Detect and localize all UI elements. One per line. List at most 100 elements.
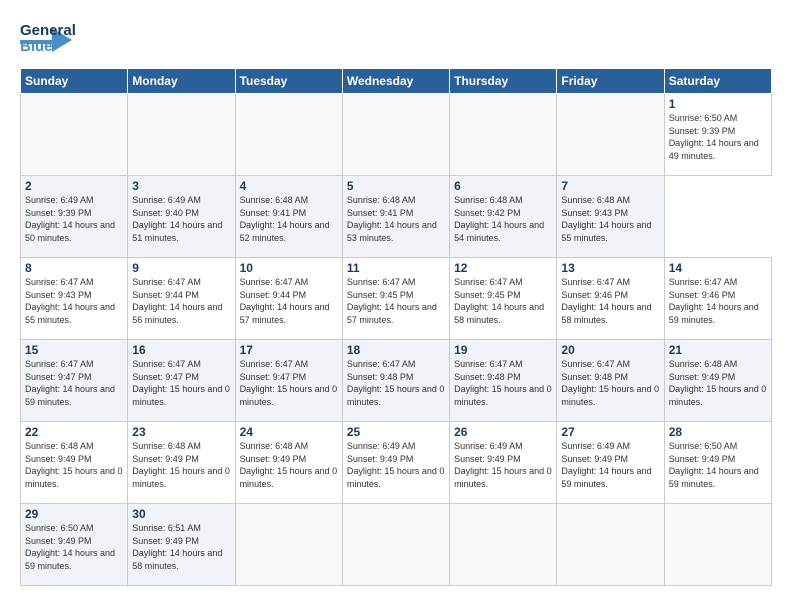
calendar-day-cell: 6Sunrise: 6:48 AMSunset: 9:42 PMDaylight… — [450, 176, 557, 258]
day-info: Sunrise: 6:50 AMSunset: 9:49 PMDaylight:… — [669, 440, 767, 490]
day-number: 5 — [347, 179, 445, 193]
empty-cell — [450, 94, 557, 176]
day-info: Sunrise: 6:47 AMSunset: 9:45 PMDaylight:… — [454, 276, 552, 326]
day-info: Sunrise: 6:47 AMSunset: 9:47 PMDaylight:… — [132, 358, 230, 408]
calendar-day-cell: 22Sunrise: 6:48 AMSunset: 9:49 PMDayligh… — [21, 422, 128, 504]
day-info: Sunrise: 6:48 AMSunset: 9:41 PMDaylight:… — [347, 194, 445, 244]
calendar-week-row: 22Sunrise: 6:48 AMSunset: 9:49 PMDayligh… — [21, 422, 772, 504]
calendar-page: General Blue SundayMondayTuesdayWednesda… — [0, 0, 792, 612]
empty-cell — [342, 94, 449, 176]
day-of-week-header: Saturday — [664, 69, 771, 94]
day-of-week-header: Friday — [557, 69, 664, 94]
calendar-day-cell — [664, 504, 771, 586]
empty-cell — [128, 94, 235, 176]
calendar-day-cell: 28Sunrise: 6:50 AMSunset: 9:49 PMDayligh… — [664, 422, 771, 504]
calendar-day-cell: 25Sunrise: 6:49 AMSunset: 9:49 PMDayligh… — [342, 422, 449, 504]
day-number: 26 — [454, 425, 552, 439]
day-number: 22 — [25, 425, 123, 439]
day-info: Sunrise: 6:47 AMSunset: 9:47 PMDaylight:… — [240, 358, 338, 408]
day-info: Sunrise: 6:47 AMSunset: 9:47 PMDaylight:… — [25, 358, 123, 408]
day-number: 12 — [454, 261, 552, 275]
day-info: Sunrise: 6:49 AMSunset: 9:40 PMDaylight:… — [132, 194, 230, 244]
day-number: 21 — [669, 343, 767, 357]
day-info: Sunrise: 6:48 AMSunset: 9:43 PMDaylight:… — [561, 194, 659, 244]
day-info: Sunrise: 6:47 AMSunset: 9:48 PMDaylight:… — [347, 358, 445, 408]
day-info: Sunrise: 6:48 AMSunset: 9:49 PMDaylight:… — [240, 440, 338, 490]
calendar-week-row: 15Sunrise: 6:47 AMSunset: 9:47 PMDayligh… — [21, 340, 772, 422]
days-of-week-row: SundayMondayTuesdayWednesdayThursdayFrid… — [21, 69, 772, 94]
calendar-day-cell: 30Sunrise: 6:51 AMSunset: 9:49 PMDayligh… — [128, 504, 235, 586]
calendar-day-cell: 3Sunrise: 6:49 AMSunset: 9:40 PMDaylight… — [128, 176, 235, 258]
calendar-day-cell: 18Sunrise: 6:47 AMSunset: 9:48 PMDayligh… — [342, 340, 449, 422]
day-number: 2 — [25, 179, 123, 193]
day-number: 16 — [132, 343, 230, 357]
day-number: 24 — [240, 425, 338, 439]
day-number: 6 — [454, 179, 552, 193]
day-of-week-header: Thursday — [450, 69, 557, 94]
day-info: Sunrise: 6:47 AMSunset: 9:44 PMDaylight:… — [132, 276, 230, 326]
day-info: Sunrise: 6:48 AMSunset: 9:41 PMDaylight:… — [240, 194, 338, 244]
day-of-week-header: Tuesday — [235, 69, 342, 94]
calendar-day-cell: 29Sunrise: 6:50 AMSunset: 9:49 PMDayligh… — [21, 504, 128, 586]
day-number: 28 — [669, 425, 767, 439]
calendar-day-cell: 8Sunrise: 6:47 AMSunset: 9:43 PMDaylight… — [21, 258, 128, 340]
day-info: Sunrise: 6:50 AMSunset: 9:39 PMDaylight:… — [669, 112, 767, 162]
day-number: 20 — [561, 343, 659, 357]
calendar-day-cell: 26Sunrise: 6:49 AMSunset: 9:49 PMDayligh… — [450, 422, 557, 504]
calendar-day-cell: 19Sunrise: 6:47 AMSunset: 9:48 PMDayligh… — [450, 340, 557, 422]
calendar-day-cell: 1Sunrise: 6:50 AMSunset: 9:39 PMDaylight… — [664, 94, 771, 176]
calendar-day-cell: 12Sunrise: 6:47 AMSunset: 9:45 PMDayligh… — [450, 258, 557, 340]
calendar-day-cell: 23Sunrise: 6:48 AMSunset: 9:49 PMDayligh… — [128, 422, 235, 504]
calendar-day-cell: 9Sunrise: 6:47 AMSunset: 9:44 PMDaylight… — [128, 258, 235, 340]
calendar-day-cell: 24Sunrise: 6:48 AMSunset: 9:49 PMDayligh… — [235, 422, 342, 504]
day-number: 9 — [132, 261, 230, 275]
day-number: 14 — [669, 261, 767, 275]
logo-blue: Blue — [20, 38, 53, 55]
day-info: Sunrise: 6:49 AMSunset: 9:49 PMDaylight:… — [347, 440, 445, 490]
calendar-day-cell: 15Sunrise: 6:47 AMSunset: 9:47 PMDayligh… — [21, 340, 128, 422]
day-info: Sunrise: 6:49 AMSunset: 9:39 PMDaylight:… — [25, 194, 123, 244]
calendar-day-cell: 5Sunrise: 6:48 AMSunset: 9:41 PMDaylight… — [342, 176, 449, 258]
calendar-day-cell: 7Sunrise: 6:48 AMSunset: 9:43 PMDaylight… — [557, 176, 664, 258]
day-number: 10 — [240, 261, 338, 275]
calendar-day-cell: 13Sunrise: 6:47 AMSunset: 9:46 PMDayligh… — [557, 258, 664, 340]
calendar-table: SundayMondayTuesdayWednesdayThursdayFrid… — [20, 68, 772, 586]
day-of-week-header: Sunday — [21, 69, 128, 94]
day-info: Sunrise: 6:50 AMSunset: 9:49 PMDaylight:… — [25, 522, 123, 572]
calendar-week-row: 1Sunrise: 6:50 AMSunset: 9:39 PMDaylight… — [21, 94, 772, 176]
calendar-day-cell: 20Sunrise: 6:47 AMSunset: 9:48 PMDayligh… — [557, 340, 664, 422]
day-number: 17 — [240, 343, 338, 357]
day-number: 7 — [561, 179, 659, 193]
day-number: 1 — [669, 97, 767, 111]
calendar-week-row: 8Sunrise: 6:47 AMSunset: 9:43 PMDaylight… — [21, 258, 772, 340]
day-of-week-header: Monday — [128, 69, 235, 94]
day-info: Sunrise: 6:47 AMSunset: 9:44 PMDaylight:… — [240, 276, 338, 326]
day-number: 15 — [25, 343, 123, 357]
calendar-day-cell: 21Sunrise: 6:48 AMSunset: 9:49 PMDayligh… — [664, 340, 771, 422]
calendar-day-cell: 27Sunrise: 6:49 AMSunset: 9:49 PMDayligh… — [557, 422, 664, 504]
logo-general: General — [20, 22, 76, 39]
day-number: 11 — [347, 261, 445, 275]
day-info: Sunrise: 6:47 AMSunset: 9:43 PMDaylight:… — [25, 276, 123, 326]
calendar-day-cell — [235, 504, 342, 586]
calendar-day-cell: 2Sunrise: 6:49 AMSunset: 9:39 PMDaylight… — [21, 176, 128, 258]
day-info: Sunrise: 6:49 AMSunset: 9:49 PMDaylight:… — [561, 440, 659, 490]
calendar-day-cell: 10Sunrise: 6:47 AMSunset: 9:44 PMDayligh… — [235, 258, 342, 340]
calendar-day-cell — [557, 504, 664, 586]
day-number: 25 — [347, 425, 445, 439]
day-number: 4 — [240, 179, 338, 193]
day-info: Sunrise: 6:48 AMSunset: 9:49 PMDaylight:… — [25, 440, 123, 490]
empty-cell — [235, 94, 342, 176]
day-info: Sunrise: 6:48 AMSunset: 9:49 PMDaylight:… — [669, 358, 767, 408]
calendar-week-row: 2Sunrise: 6:49 AMSunset: 9:39 PMDaylight… — [21, 176, 772, 258]
calendar-day-cell — [450, 504, 557, 586]
day-info: Sunrise: 6:49 AMSunset: 9:49 PMDaylight:… — [454, 440, 552, 490]
empty-cell — [21, 94, 128, 176]
day-number: 18 — [347, 343, 445, 357]
calendar-day-cell — [342, 504, 449, 586]
calendar-day-cell: 14Sunrise: 6:47 AMSunset: 9:46 PMDayligh… — [664, 258, 771, 340]
day-number: 29 — [25, 507, 123, 521]
calendar-week-row: 29Sunrise: 6:50 AMSunset: 9:49 PMDayligh… — [21, 504, 772, 586]
empty-cell — [557, 94, 664, 176]
day-info: Sunrise: 6:47 AMSunset: 9:46 PMDaylight:… — [561, 276, 659, 326]
